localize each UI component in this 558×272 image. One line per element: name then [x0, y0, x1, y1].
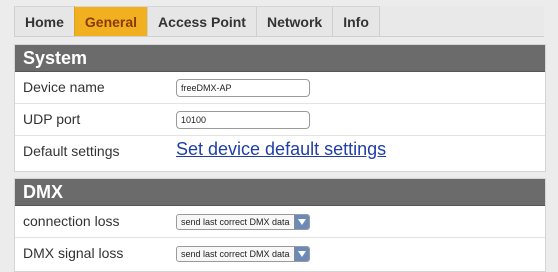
connection-loss-label: connection loss — [23, 213, 120, 229]
chevron-down-icon — [293, 215, 309, 229]
device-name-label: Device name — [23, 79, 105, 95]
udp-port-row: UDP port — [15, 104, 545, 136]
signal-loss-label: DMX signal loss — [23, 245, 124, 261]
signal-loss-select[interactable]: send last correct DMX data — [176, 246, 310, 262]
tab-home[interactable]: Home — [14, 6, 74, 36]
set-default-settings-link[interactable]: Set device default settings — [176, 139, 386, 160]
tab-access-point[interactable]: Access Point — [147, 6, 256, 36]
system-section: System Device name UDP port Default sett… — [14, 44, 546, 172]
udp-port-label: UDP port — [23, 111, 81, 127]
default-settings-row: Default settings Set device default sett… — [15, 136, 545, 167]
chevron-down-icon — [293, 247, 309, 261]
device-name-input[interactable] — [176, 79, 310, 97]
connection-loss-value: send last correct DMX data — [181, 217, 290, 227]
signal-loss-value: send last correct DMX data — [181, 249, 290, 259]
tab-network[interactable]: Network — [255, 6, 333, 36]
signal-loss-row: DMX signal loss send last correct DMX da… — [15, 238, 545, 269]
tabs: Home General Access Point Network Info — [14, 6, 544, 36]
connection-loss-row: connection loss send last correct DMX da… — [15, 206, 545, 238]
udp-port-input[interactable] — [176, 111, 310, 129]
connection-loss-select[interactable]: send last correct DMX data — [176, 214, 310, 230]
tab-general[interactable]: General — [73, 6, 148, 36]
dmx-section: DMX connection loss send last correct DM… — [14, 178, 546, 272]
system-section-title: System — [15, 45, 545, 72]
default-settings-label: Default settings — [23, 143, 120, 159]
tab-info[interactable]: Info — [332, 6, 380, 36]
tab-bar: Home General Access Point Network Info — [14, 6, 544, 37]
device-name-row: Device name — [15, 72, 545, 104]
dmx-section-title: DMX — [15, 179, 545, 206]
